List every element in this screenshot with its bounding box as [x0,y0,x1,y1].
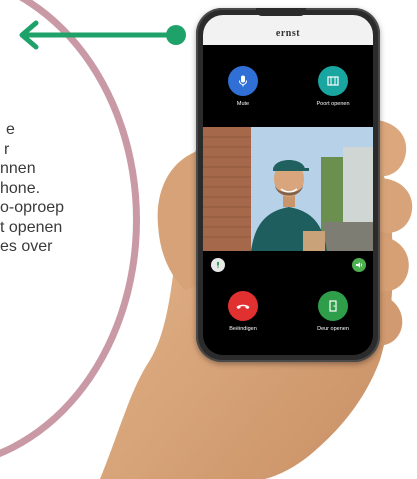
door-icon [329,300,337,312]
end-call-label: Beëindigen [229,326,257,332]
mute-label: Mute [236,101,250,107]
gate-label: Poort openen [316,101,350,107]
open-door-button[interactable] [318,291,348,321]
door-label: Deur openen [317,326,349,332]
callout-line: hone. [0,179,41,197]
gate-control[interactable]: Poort openen [298,66,368,108]
speaker-icon [356,262,362,268]
speaker-indicator[interactable] [352,258,366,272]
callout-line: o-oproep [0,199,65,216]
illustration: e r nnen hone. o-oproep t openen es over… [0,0,417,479]
end-call-button[interactable] [228,291,258,321]
app-header: ernst [203,15,373,45]
phone-hangup-icon [236,304,250,309]
phone-notch [256,8,306,16]
smartphone: ernst Mute Poort openen Beëindigen Deur … [196,8,380,362]
mute-button[interactable] [228,66,258,96]
callout-text: e r nnen hone. o-oproep t openen es over [0,120,64,257]
callout-line: r [4,140,10,158]
callout-line: nnen [0,160,36,177]
brand-logo: ernst [275,27,301,39]
mute-control[interactable]: Mute [208,66,278,108]
door-control[interactable]: Deur openen [298,291,368,333]
open-gate-button[interactable] [318,66,348,96]
microphone-icon [238,75,248,87]
callout-line: t openen [0,218,63,236]
callout-line: es over [0,238,53,255]
mic-indicator[interactable] [211,258,225,272]
phone-screen: ernst Mute Poort openen Beëindigen Deur … [203,15,373,355]
gate-icon [327,76,339,86]
arrow-left-icon [19,20,186,50]
video-feed [203,127,373,251]
microphone-icon [217,261,219,269]
end-call-control[interactable]: Beëindigen [208,291,278,333]
callout-line: e [6,121,15,138]
video-frame-image [203,127,373,251]
